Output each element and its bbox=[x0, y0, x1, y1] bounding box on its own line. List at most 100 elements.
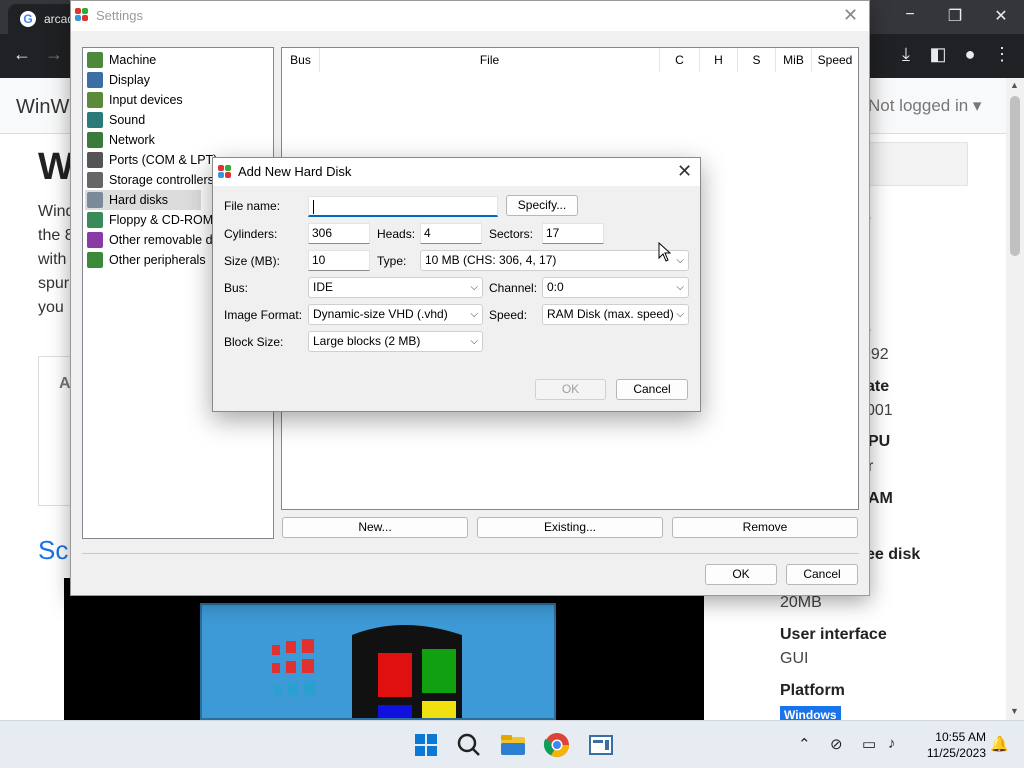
file-explorer-icon[interactable] bbox=[497, 729, 529, 761]
storage-controllers-icon bbox=[87, 172, 103, 188]
input-devices-icon bbox=[87, 92, 103, 108]
block-size-select[interactable]: Large blocks (2 MB) ⌵ bbox=[308, 331, 483, 352]
ports-icon bbox=[87, 152, 103, 168]
page-scrollbar[interactable]: ▲ ▼ bbox=[1006, 78, 1024, 720]
heads-input[interactable]: 4 bbox=[420, 223, 482, 244]
dialog-titlebar[interactable]: Add New Hard Disk ✕ bbox=[213, 158, 700, 186]
dialog-close-icon[interactable]: ✕ bbox=[677, 161, 692, 182]
existing-disk-button[interactable]: Existing... bbox=[477, 517, 663, 538]
dialog-ok-button[interactable]: OK bbox=[535, 379, 606, 400]
remove-disk-button[interactable]: Remove bbox=[672, 517, 858, 538]
86box-app-icon bbox=[218, 165, 232, 179]
screenshots-heading: Sc bbox=[38, 535, 69, 565]
network-disconnected-icon[interactable]: ⊘ bbox=[830, 735, 843, 753]
fact-label-6: ee disk bbox=[866, 546, 921, 563]
category-sound[interactable]: Sound bbox=[85, 110, 271, 130]
sectors-input[interactable]: 17 bbox=[542, 223, 604, 244]
sound-icon bbox=[87, 112, 103, 128]
category-machine[interactable]: Machine bbox=[85, 50, 271, 70]
fact-label-7: User interface bbox=[780, 626, 887, 643]
file-name-label: File name: bbox=[224, 199, 281, 213]
column-header-s[interactable]: S bbox=[738, 48, 776, 72]
chevron-down-icon: ⌵ bbox=[470, 282, 478, 293]
image-format-select[interactable]: Dynamic-size VHD (.vhd) ⌵ bbox=[308, 304, 483, 325]
windows-logo-image bbox=[200, 603, 556, 720]
chevron-down-icon: ⌵ bbox=[676, 255, 684, 266]
profile-icon[interactable]: ● bbox=[956, 44, 984, 65]
settings-close-icon[interactable]: ✕ bbox=[843, 5, 858, 26]
bus-label: Bus: bbox=[224, 281, 249, 295]
heads-label: Heads: bbox=[377, 227, 416, 241]
settings-ok-button[interactable]: OK bbox=[705, 564, 777, 585]
site-brand[interactable]: WinW bbox=[16, 96, 69, 119]
chevron-up-icon[interactable]: ⌃ bbox=[798, 735, 811, 753]
restore-icon[interactable]: ❐ bbox=[940, 6, 970, 26]
login-status[interactable]: Not logged in ▾ bbox=[868, 96, 981, 116]
chevron-down-icon: ⌵ bbox=[676, 309, 684, 320]
notification-bell-icon[interactable]: 🔔 bbox=[990, 735, 1009, 753]
category-label: Machine bbox=[109, 53, 157, 67]
network-icon bbox=[87, 132, 103, 148]
settings-separator bbox=[82, 553, 859, 554]
scroll-down-icon[interactable]: ▼ bbox=[1010, 706, 1019, 716]
86box-app-icon bbox=[75, 8, 89, 22]
settings-title: Settings bbox=[96, 8, 143, 23]
download-icon[interactable]: ⤓ bbox=[892, 44, 920, 65]
cylinders-input[interactable]: 306 bbox=[308, 223, 370, 244]
category-input-devices[interactable]: Input devices bbox=[85, 90, 271, 110]
file-name-input[interactable] bbox=[308, 196, 498, 217]
page-title: W bbox=[38, 146, 74, 188]
chrome-icon[interactable] bbox=[541, 729, 573, 761]
size-input[interactable]: 10 bbox=[308, 250, 370, 271]
new-disk-button[interactable]: New... bbox=[282, 517, 468, 538]
dialog-cancel-button[interactable]: Cancel bbox=[616, 379, 688, 400]
column-header-mib[interactable]: MiB bbox=[776, 48, 812, 72]
close-icon[interactable]: ✕ bbox=[986, 6, 1016, 26]
google-icon: G bbox=[20, 11, 36, 27]
scroll-up-icon[interactable]: ▲ bbox=[1010, 80, 1019, 90]
text-caret bbox=[313, 200, 314, 214]
fact-label-5: AM bbox=[868, 490, 893, 507]
column-header-h[interactable]: H bbox=[700, 48, 738, 72]
column-header-bus[interactable]: Bus bbox=[282, 48, 320, 72]
scroll-thumb[interactable] bbox=[1010, 96, 1020, 256]
block-size-value: Large blocks (2 MB) bbox=[313, 334, 421, 348]
column-header-speed[interactable]: Speed bbox=[812, 48, 858, 72]
speed-select[interactable]: RAM Disk (max. speed) ⌵ bbox=[542, 304, 689, 325]
dialog-title: Add New Hard Disk bbox=[238, 164, 352, 179]
size-label: Size (MB): bbox=[224, 254, 281, 268]
search-icon[interactable] bbox=[453, 729, 485, 761]
bus-select[interactable]: IDE ⌵ bbox=[308, 277, 483, 298]
add-hard-disk-dialog: Add New Hard Disk ✕ File name: Specify..… bbox=[212, 157, 701, 412]
specify-button[interactable]: Specify... bbox=[506, 195, 578, 216]
fact-value-3: 001 bbox=[866, 402, 893, 419]
category-display[interactable]: Display bbox=[85, 70, 271, 90]
category-label: Display bbox=[109, 73, 150, 87]
86box-icon[interactable] bbox=[585, 729, 617, 761]
channel-label: Channel: bbox=[489, 281, 538, 295]
type-select[interactable]: 10 MB (CHS: 306, 4, 17) ⌵ bbox=[420, 250, 689, 271]
category-hard-disks[interactable]: Hard disks bbox=[85, 190, 201, 210]
minimize-icon[interactable]: − bbox=[895, 6, 925, 24]
start-icon[interactable] bbox=[410, 729, 442, 761]
category-network[interactable]: Network bbox=[85, 130, 271, 150]
display-settings-icon[interactable]: ▭ bbox=[862, 735, 876, 753]
category-label: Other peripherals bbox=[109, 253, 206, 267]
block-size-label: Block Size: bbox=[224, 335, 284, 349]
column-header-file[interactable]: File bbox=[320, 48, 660, 72]
channel-select[interactable]: 0:0 ⌵ bbox=[542, 277, 689, 298]
column-header-c[interactable]: C bbox=[660, 48, 700, 72]
back-icon[interactable]: ← bbox=[8, 44, 36, 65]
fact-value-7: GUI bbox=[780, 650, 809, 667]
menu-icon[interactable]: ⋮ bbox=[988, 44, 1016, 65]
forward-icon[interactable]: → bbox=[40, 44, 68, 65]
settings-titlebar[interactable]: Settings ✕ bbox=[71, 1, 869, 31]
settings-cancel-button[interactable]: Cancel bbox=[786, 564, 858, 585]
fact-label-4: PU bbox=[868, 433, 891, 450]
fact-value-6: 20MB bbox=[780, 594, 822, 611]
category-label: Storage controllers bbox=[109, 173, 214, 187]
sidepanel-icon[interactable]: ◧ bbox=[924, 44, 952, 65]
fact-label-8: Platform bbox=[780, 682, 845, 699]
volume-icon[interactable]: ♪ bbox=[888, 735, 896, 752]
system-clock[interactable]: 10:55 AM 11/25/2023 bbox=[916, 729, 986, 761]
